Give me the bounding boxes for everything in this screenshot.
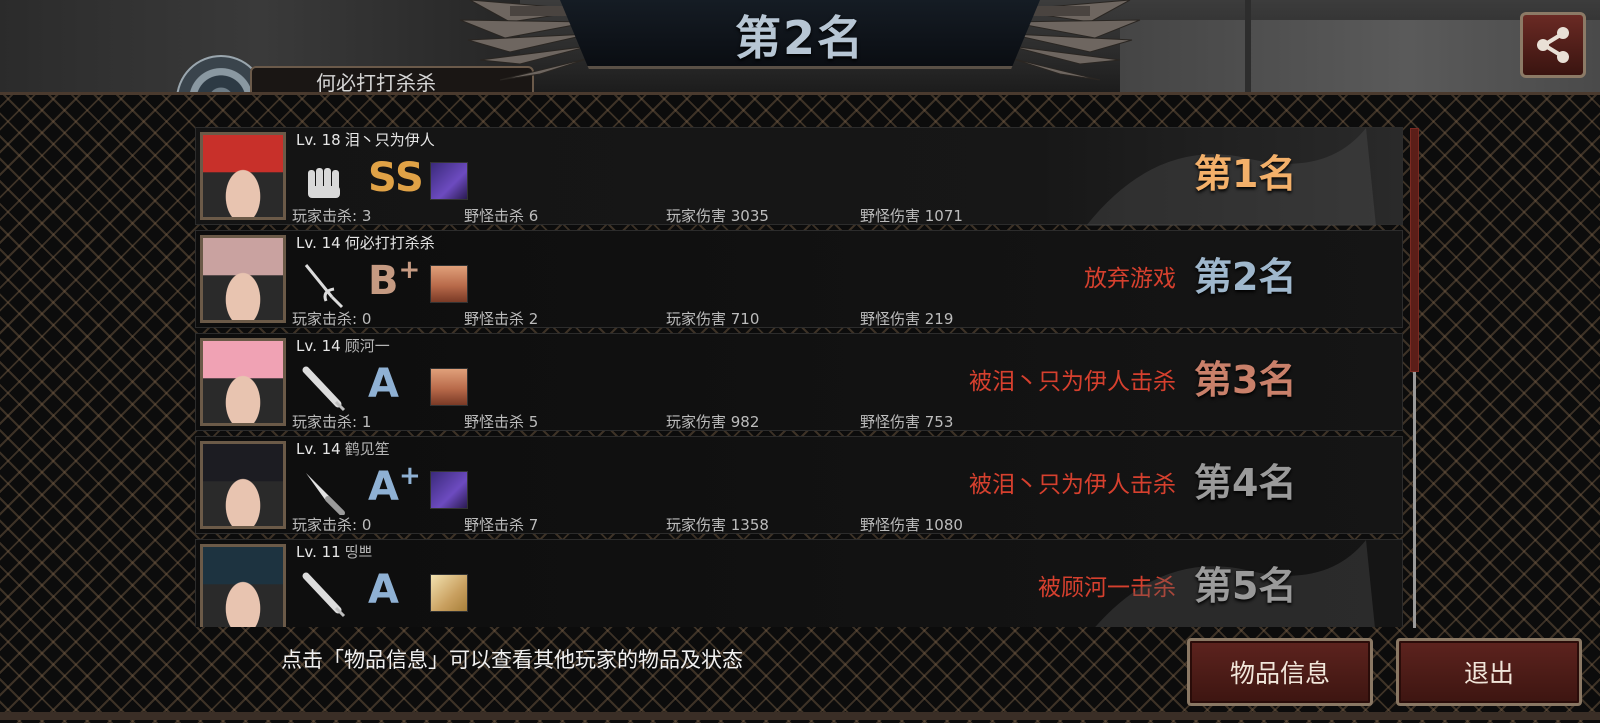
grade-badge: A xyxy=(368,360,399,408)
rank-label: 第3名 xyxy=(1194,358,1297,402)
monster-kills: 野怪击杀 6 xyxy=(464,207,539,225)
player-name-line: Lv. 14 鹤见笙 xyxy=(296,438,390,459)
fist-icon xyxy=(308,168,340,198)
monster-kills: 野怪击杀 5 xyxy=(464,413,539,431)
grade-badge: A xyxy=(368,566,399,614)
monster-damage: 野怪伤害 1080 xyxy=(860,516,963,534)
rank-label: 第5名 xyxy=(1194,564,1297,608)
page-title: 第2名 xyxy=(734,11,865,65)
monster-damage: 野怪伤害 219 xyxy=(860,310,954,328)
result-row[interactable]: Lv. 14 顾河一 A 玩家击杀: 1 野怪击杀 5 玩家伤害 982 野怪伤害 753 被… xyxy=(195,333,1403,431)
kitchen-knife-icon xyxy=(306,473,345,515)
sunglasses-face-skill-icon[interactable] xyxy=(430,265,468,303)
sunglasses-face-skill-icon[interactable] xyxy=(430,368,468,406)
player-kills: 玩家击杀: 3 xyxy=(292,207,372,225)
grade-badge: B+ xyxy=(368,257,420,305)
result-row[interactable]: Lv. 18 泪丶只为伊人 SS 玩家击杀: 3 野怪击杀 6 玩家伤害 3035 野怪伤害… xyxy=(195,127,1403,226)
quit-button[interactable]: 退出 xyxy=(1396,638,1582,706)
purple-beast-skill-icon[interactable] xyxy=(430,471,468,509)
player-kills: 玩家击杀: 1 xyxy=(292,413,372,431)
result-row[interactable]: Lv. 14 何必打打杀杀 B+ 玩家击杀: 0 野怪击杀 2 玩家伤害 710 野怪伤害 … xyxy=(195,230,1403,328)
grade-letter: A xyxy=(368,464,399,510)
panel-bottom-edge xyxy=(0,712,1600,720)
monster-damage: 野怪伤害 1071 xyxy=(860,207,963,225)
elimination-cause: 放弃游戏 xyxy=(1084,266,1176,292)
player-level: Lv. 14 xyxy=(296,234,341,252)
grade-badge: A+ xyxy=(368,463,421,511)
player-damage: 玩家伤害 982 xyxy=(666,413,760,431)
player-portrait[interactable] xyxy=(200,441,286,529)
player-level: Lv. 14 xyxy=(296,337,341,355)
bandage-skill-icon[interactable] xyxy=(430,574,468,612)
monster-damage: 野怪伤害 753 xyxy=(860,413,954,431)
background-pole xyxy=(1245,0,1251,95)
grade-letter: SS xyxy=(368,155,424,201)
baseball-bat-icon xyxy=(302,366,346,412)
scrollbar-thumb[interactable] xyxy=(1410,128,1419,372)
player-portrait[interactable] xyxy=(200,235,286,323)
grade-plus: + xyxy=(398,255,421,285)
player-kills: 玩家击杀: 0 xyxy=(292,310,372,328)
player-name-line: Lv. 18 泪丶只为伊人 xyxy=(296,129,435,150)
rapier-icon xyxy=(304,264,344,309)
player-portrait[interactable] xyxy=(200,132,286,220)
grade-letter: A xyxy=(368,361,399,407)
monster-kills: 野怪击杀 2 xyxy=(464,310,539,328)
player-portrait[interactable] xyxy=(200,338,286,426)
monster-kills: 野怪击杀 7 xyxy=(464,516,539,534)
player-name: 띵쁘 xyxy=(344,543,373,561)
player-name: 鹤见笙 xyxy=(344,440,390,458)
player-name-line: Lv. 14 何必打打杀杀 xyxy=(296,232,435,253)
rank-label: 第1名 xyxy=(1194,152,1297,196)
elimination-cause: 被泪丶只为伊人击杀 xyxy=(969,472,1176,498)
baseball-bat-icon xyxy=(302,572,346,618)
grade-letter: A xyxy=(368,567,399,613)
hint-text: 点击「物品信息」可以查看其他玩家的物品及状态 xyxy=(281,648,743,672)
player-name: 何必打打杀杀 xyxy=(344,234,435,252)
grade-badge: SS xyxy=(368,154,424,202)
player-name: 顾河一 xyxy=(344,337,390,355)
player-name: 泪丶只为伊人 xyxy=(344,131,435,149)
player-level: Lv. 18 xyxy=(296,131,341,149)
rank-label: 第2名 xyxy=(1194,255,1297,299)
share-button[interactable] xyxy=(1520,12,1586,78)
player-name-line: Lv. 11 띵쁘 xyxy=(296,541,372,562)
item-info-button[interactable]: 物品信息 xyxy=(1187,638,1373,706)
results-list[interactable]: Lv. 18 泪丶只为伊人 SS 玩家击杀: 3 野怪击杀 6 玩家伤害 3035 野怪伤害… xyxy=(195,127,1403,627)
elimination-cause: 被泪丶只为伊人击杀 xyxy=(969,369,1176,395)
player-kills: 玩家击杀: 0 xyxy=(292,516,372,534)
player-portrait[interactable] xyxy=(200,544,286,627)
share-icon xyxy=(1537,27,1569,63)
grade-letter: B xyxy=(368,258,399,304)
purple-beast-skill-icon[interactable] xyxy=(430,162,468,200)
player-level: Lv. 14 xyxy=(296,440,341,458)
grade-plus: + xyxy=(398,461,421,491)
result-row[interactable]: Lv. 11 띵쁘 A 被顾河一击杀 第5名 xyxy=(195,539,1403,627)
player-damage: 玩家伤害 3035 xyxy=(666,207,769,225)
player-damage: 玩家伤害 1358 xyxy=(666,516,769,534)
result-row[interactable]: Lv. 14 鹤见笙 A+ 玩家击杀: 0 野怪击杀 7 玩家伤害 1358 野怪伤害 10… xyxy=(195,436,1403,534)
player-level: Lv. 11 xyxy=(296,543,341,561)
player-damage: 玩家伤害 710 xyxy=(666,310,760,328)
rank-label: 第4名 xyxy=(1194,461,1297,505)
player-name-line: Lv. 14 顾河一 xyxy=(296,335,390,356)
